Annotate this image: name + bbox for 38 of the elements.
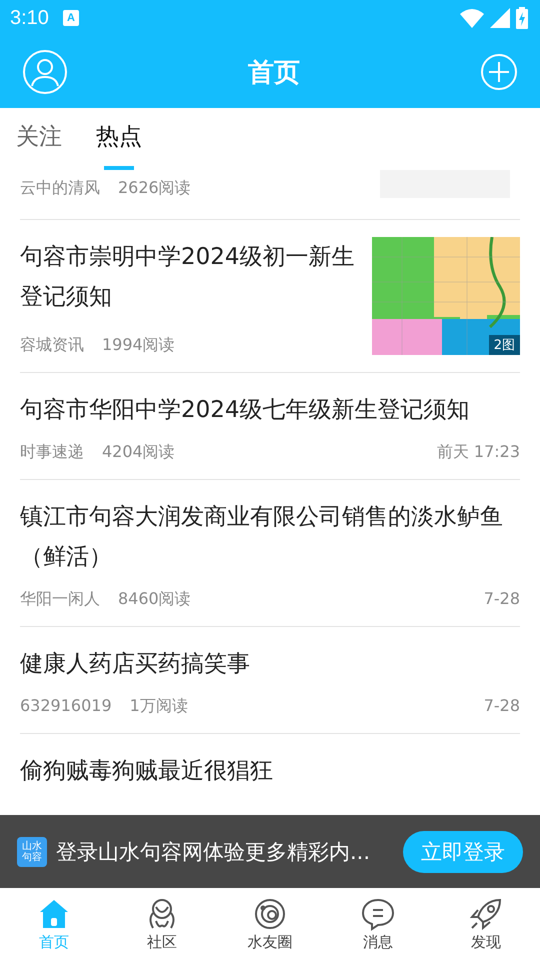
app-logo: 山水句容 bbox=[17, 836, 47, 866]
author-name: 632916019 bbox=[20, 696, 112, 716]
signal-icon bbox=[490, 8, 510, 28]
post-time: 7-28 bbox=[484, 589, 520, 609]
profile-icon[interactable] bbox=[22, 49, 68, 95]
post-time: 7-28 bbox=[484, 696, 520, 716]
status-time: 3:10 bbox=[10, 6, 49, 30]
feed-tab[interactable]: 关注 bbox=[16, 108, 62, 170]
article-title[interactable]: 镇江市句容大润发商业有限公司销售的淡水鲈鱼（鲜活） bbox=[20, 497, 520, 577]
author-name: 时事速递 bbox=[20, 442, 84, 462]
read-count: 8460阅读 bbox=[118, 589, 191, 609]
nav-tab[interactable]: 社区 bbox=[108, 888, 216, 960]
post-time: 前天 17:23 bbox=[436, 442, 520, 462]
add-icon[interactable] bbox=[480, 53, 518, 91]
article-title[interactable]: 健康人药店买药搞笑事 bbox=[20, 644, 520, 684]
read-count: 1994阅读 bbox=[102, 335, 175, 355]
battery-charging-icon bbox=[516, 7, 528, 29]
author-name: 容城资讯 bbox=[20, 335, 84, 355]
article-title[interactable]: 句容市崇明中学2024级初一新生登记须知 bbox=[20, 237, 356, 317]
author-name: 云中的清风 bbox=[20, 178, 100, 198]
nav-tab[interactable]: 消息 bbox=[324, 888, 432, 960]
page-title: 首页 bbox=[248, 56, 300, 90]
read-count: 1万阅读 bbox=[130, 696, 188, 716]
planet-icon bbox=[253, 896, 287, 930]
author-name: 华阳一闲人 bbox=[20, 589, 100, 609]
feed-tab[interactable]: 热点 bbox=[96, 108, 142, 170]
article-title[interactable]: 句容市华阳中学2024级七年级新生登记须知 bbox=[20, 390, 520, 430]
read-count: 4204阅读 bbox=[102, 442, 175, 462]
nav-tab[interactable]: 发现 bbox=[432, 888, 540, 960]
chat-bubble-icon bbox=[361, 896, 395, 930]
rocket-icon bbox=[469, 896, 503, 930]
notification-icon: A bbox=[62, 10, 79, 26]
article-title[interactable]: 偷狗贼毒狗贼最近很猖狂 bbox=[20, 751, 520, 791]
read-count: 2626阅读 bbox=[118, 178, 191, 198]
image-count-badge: 2图 bbox=[488, 335, 520, 355]
wifi-icon bbox=[460, 8, 484, 28]
nav-tab[interactable]: 水友圈 bbox=[216, 888, 324, 960]
login-prompt: 登录山水句容网体验更多精彩内... bbox=[56, 838, 372, 866]
